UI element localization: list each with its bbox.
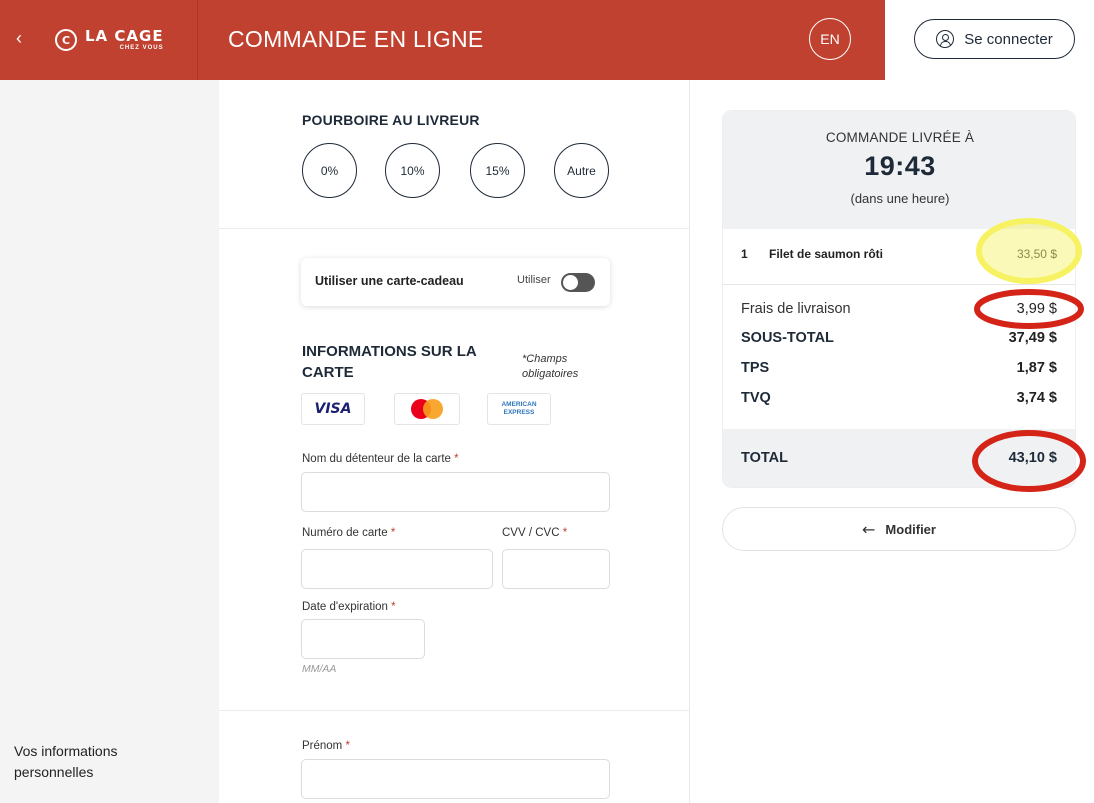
delivery-time-panel: COMMANDE LIVRÉE À 19:43 (dans une heure) <box>723 111 1075 229</box>
total-value: 43,10 $ <box>1008 450 1057 466</box>
expiry-label-text: Date d'expiration <box>302 601 388 613</box>
total-label: TOTAL <box>741 450 788 466</box>
tip-option-0[interactable]: 0% <box>302 143 357 198</box>
logo-c-icon: C <box>55 29 77 51</box>
tip-option-15[interactable]: 15% <box>470 143 525 198</box>
visa-logo: VISA <box>301 393 365 425</box>
card-holder-input[interactable] <box>301 472 610 512</box>
tvq-label: TVQ <box>741 390 771 406</box>
item-qty: 1 <box>741 247 748 261</box>
delivery-fee-label: Frais de livraison <box>741 301 851 317</box>
card-number-input[interactable] <box>301 549 493 589</box>
header-divider <box>197 0 198 80</box>
left-sidebar: Vos informations personnelles <box>0 80 219 803</box>
app-header: ‹ C LA CAGE CHEZ VOUS COMMANDE EN LIGNE … <box>0 0 1094 80</box>
cvv-label-text: CVV / CVC <box>502 527 560 539</box>
delivery-time-sub: (dans une heure) <box>850 191 950 206</box>
expiry-input[interactable] <box>301 619 425 659</box>
card-info-title: INFORMATIONS SUR LA CARTE <box>302 343 477 381</box>
card-number-label: Numéro de carte * <box>302 527 395 539</box>
expiry-format-hint: MM/AA <box>302 663 337 675</box>
amex-logo: AMERICAN EXPRESS <box>487 393 551 425</box>
subtotal-row: SOUS-TOTAL 37,49 $ <box>723 330 1075 352</box>
tvq-value: 3,74 $ <box>1016 390 1057 406</box>
expiry-label: Date d'expiration * <box>302 601 396 613</box>
personal-info-section-label: Vos informations personnelles <box>14 743 118 780</box>
modify-order-button[interactable]: ← Modifier <box>722 507 1076 551</box>
tps-value: 1,87 $ <box>1016 360 1057 376</box>
mastercard-logo <box>394 393 460 425</box>
card-holder-label-text: Nom du détenteur de la carte <box>302 453 451 465</box>
logo-sub-text: CHEZ VOUS <box>119 45 164 51</box>
tip-option-10[interactable]: 10% <box>385 143 440 198</box>
card-holder-label: Nom du détenteur de la carte * <box>302 453 459 465</box>
delivery-fee-row: Frais de livraison 3,99 $ <box>723 301 1075 323</box>
required-mark: * <box>391 601 396 613</box>
delivered-at-label: COMMANDE LIVRÉE À <box>825 130 975 145</box>
gift-card-use-label: Utiliser <box>517 274 551 286</box>
required-mark: * <box>390 527 396 539</box>
cvv-label: CVV / CVC * <box>502 527 567 539</box>
logo[interactable]: C LA CAGE CHEZ VOUS <box>55 24 164 56</box>
required-fields-note: *Champs obligatoires <box>522 353 579 380</box>
required-mark: * <box>345 740 350 752</box>
mastercard-yellow-circle <box>423 399 443 419</box>
order-item-row: 1 Filet de saumon rôti 33,50 $ <box>723 229 1075 285</box>
checkout-form: POURBOIRE AU LIVREUR 0% 10% 15% Autre Ut… <box>219 80 690 803</box>
card-number-label-text: Numéro de carte <box>302 527 388 539</box>
gift-card-row: Utiliser une carte-cadeau Utiliser <box>301 258 610 306</box>
login-label: Se connecter <box>964 30 1053 48</box>
firstname-input[interactable] <box>301 759 610 799</box>
amex-line-2: EXPRESS <box>503 409 535 416</box>
modify-label: Modifier <box>885 521 936 537</box>
arrow-left-icon: ← <box>862 519 876 539</box>
delivery-fee-value: 3,99 $ <box>1016 301 1057 317</box>
back-chevron-icon[interactable]: ‹ <box>10 26 28 50</box>
delivery-time: 19:43 <box>864 151 936 181</box>
tps-label: TPS <box>741 360 770 376</box>
amex-line-1: AMERICAN <box>501 401 537 408</box>
cvv-input[interactable] <box>502 549 610 589</box>
order-summary: COMMANDE LIVRÉE À 19:43 (dans une heure)… <box>722 110 1076 488</box>
tps-row: TPS 1,87 $ <box>723 360 1075 382</box>
language-toggle-button[interactable]: EN <box>809 18 851 60</box>
gift-card-label: Utiliser une carte-cadeau <box>315 274 464 288</box>
required-mark: * <box>562 527 568 539</box>
logo-wordmark: LA CAGE CHEZ VOUS <box>85 27 164 52</box>
firstname-label: Prénom * <box>302 740 350 752</box>
required-mark: * <box>454 453 459 465</box>
tip-option-other[interactable]: Autre <box>554 143 609 198</box>
login-button[interactable]: Se connecter <box>914 19 1075 59</box>
subtotal-value: 37,49 $ <box>1008 330 1057 346</box>
logo-main-text: LA CAGE <box>85 27 164 45</box>
section-divider <box>219 710 690 711</box>
section-divider <box>219 228 690 229</box>
page-title: COMMANDE EN LIGNE <box>228 26 484 52</box>
item-name: Filet de saumon rôti <box>769 247 884 261</box>
amex-wordmark: AMERICAN EXPRESS <box>501 401 536 417</box>
gift-card-toggle[interactable] <box>561 273 595 292</box>
user-icon <box>936 30 955 48</box>
item-price: 33,50 $ <box>1016 247 1057 261</box>
firstname-label-text: Prénom <box>302 740 343 752</box>
subtotal-label: SOUS-TOTAL <box>741 330 834 346</box>
tip-title: POURBOIRE AU LIVREUR <box>302 112 480 128</box>
total-row: TOTAL 43,10 $ <box>723 429 1075 487</box>
tvq-row: TVQ 3,74 $ <box>723 390 1075 412</box>
